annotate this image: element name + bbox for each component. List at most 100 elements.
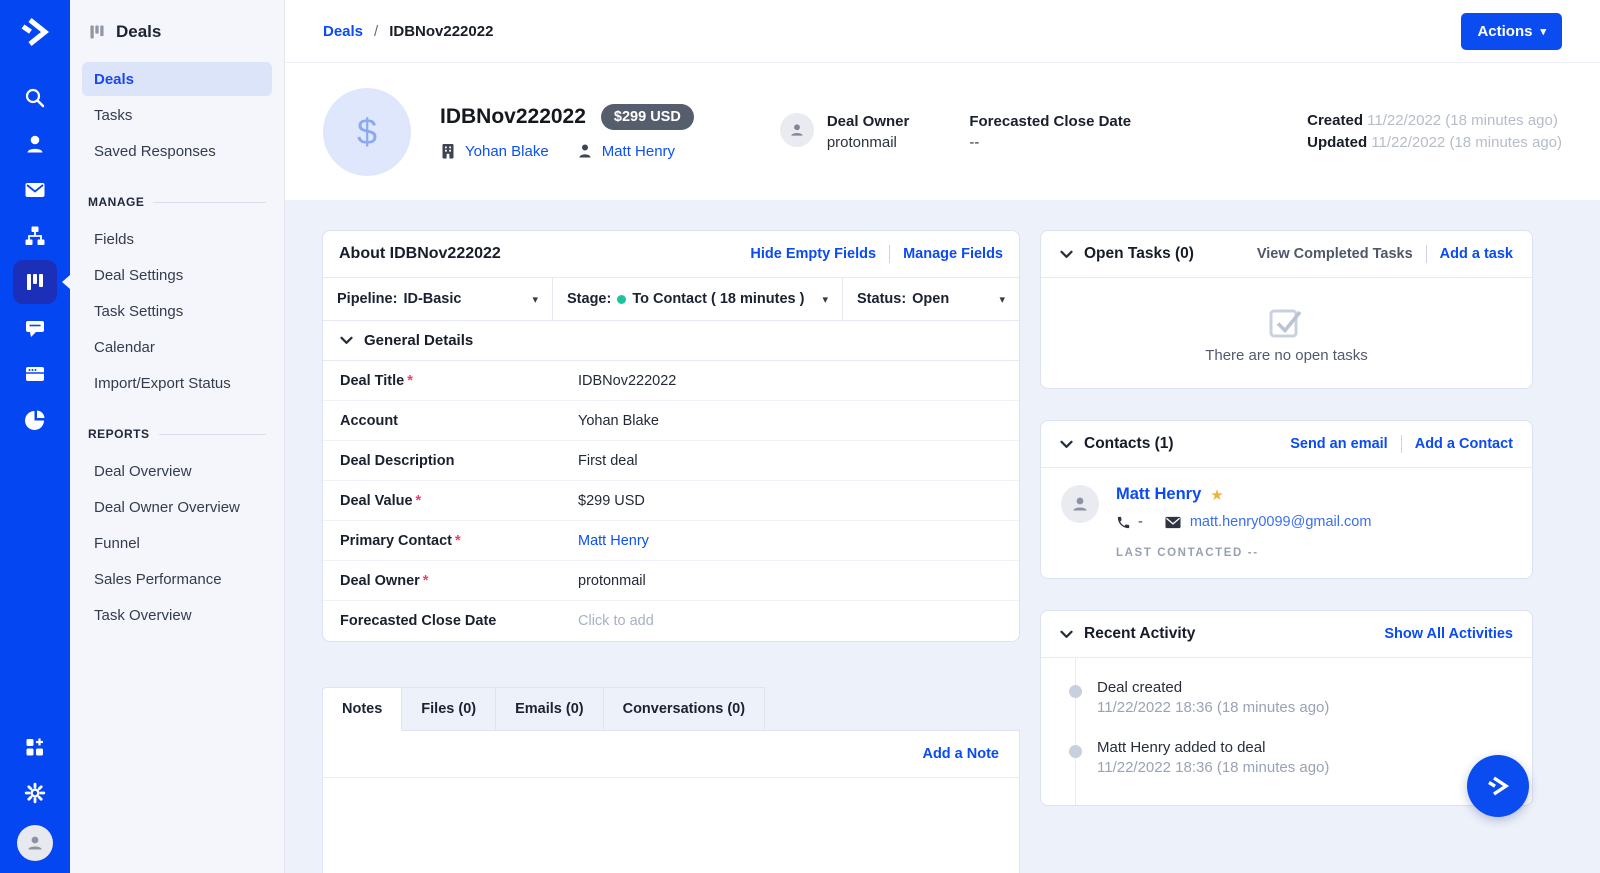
search-icon[interactable] — [13, 76, 57, 120]
field-value[interactable]: First deal — [578, 453, 638, 469]
last-contacted: LAST CONTACTED -- — [1116, 547, 1371, 559]
field-label: Primary Contact* — [340, 533, 578, 549]
sidebar-header: Deals — [82, 20, 272, 62]
divider — [889, 245, 890, 263]
stage-value: To Contact ( 18 minutes ) — [632, 291, 804, 307]
actions-button[interactable]: Actions ▾ — [1461, 13, 1562, 50]
sidebar-item-sales-performance[interactable]: Sales Performance — [82, 562, 272, 596]
account-link[interactable]: Yohan Blake — [440, 143, 549, 160]
field-value[interactable]: IDBNov222022 — [578, 373, 676, 389]
created-label: Created — [1307, 112, 1363, 129]
breadcrumb-current: IDBNov222022 — [389, 23, 493, 40]
sidebar-item-tasks[interactable]: Tasks — [82, 98, 272, 132]
timeline-dot — [1069, 685, 1082, 698]
notes-tabs-section: Notes Files (0) Emails (0) Conversations… — [322, 687, 1020, 873]
field-value[interactable]: Yohan Blake — [578, 413, 659, 429]
site-icon[interactable] — [13, 352, 57, 396]
reports-section-heading: REPORTS — [88, 427, 266, 441]
reports-icon[interactable] — [13, 398, 57, 442]
field-label: Deal Value* — [340, 493, 578, 509]
phone-icon — [1116, 515, 1131, 530]
contact-name-link[interactable]: Matt Henry — [1116, 485, 1201, 504]
notes-panel: Add a Note — [322, 731, 1020, 873]
deal-header: $ IDBNov222022 $299 USD Yohan Blake Matt… — [285, 63, 1600, 200]
contact-avatar — [1061, 485, 1099, 523]
tab-emails[interactable]: Emails (0) — [496, 687, 604, 731]
field-row-primary-contact: Primary Contact* Matt Henry — [323, 521, 1019, 561]
sidebar-item-task-overview[interactable]: Task Overview — [82, 598, 272, 632]
chat-widget-button[interactable] — [1467, 755, 1529, 817]
deals-icon[interactable] — [13, 260, 57, 304]
contacts-toggle[interactable]: Contacts (1) — [1060, 435, 1174, 453]
field-value-link[interactable]: Matt Henry — [578, 533, 649, 549]
deal-currency-avatar: $ — [323, 88, 411, 176]
manage-fields-link[interactable]: Manage Fields — [903, 246, 1003, 262]
primary-contact-link[interactable]: Matt Henry — [577, 143, 675, 160]
sidebar-item-deal-owner-overview[interactable]: Deal Owner Overview — [82, 490, 272, 524]
field-row-deal-value: Deal Value* $299 USD — [323, 481, 1019, 521]
deals-kanban-icon — [88, 23, 106, 41]
sidebar-item-saved-responses[interactable]: Saved Responses — [82, 134, 272, 168]
chevron-down-icon — [340, 336, 353, 345]
chevron-down-icon: ▾ — [532, 293, 538, 306]
user-avatar[interactable] — [17, 825, 53, 861]
forecast-value: -- — [969, 134, 1131, 151]
status-dropdown[interactable]: Status: Open ▾ — [843, 278, 1019, 320]
add-contact-link[interactable]: Add a Contact — [1415, 436, 1513, 452]
field-value[interactable]: protonmail — [578, 573, 646, 589]
stage-status-dot — [617, 295, 626, 304]
deal-owner-block: Deal Owner protonmail — [780, 113, 910, 151]
open-tasks-toggle[interactable]: Open Tasks (0) — [1060, 245, 1194, 263]
activity-text: Matt Henry added to deal — [1097, 739, 1514, 756]
field-label: Account — [340, 413, 578, 429]
sidebar-item-calendar[interactable]: Calendar — [82, 330, 272, 364]
hide-empty-fields-link[interactable]: Hide Empty Fields — [750, 246, 876, 262]
contact-email-link[interactable]: matt.henry0099@gmail.com — [1190, 514, 1372, 530]
settings-gear-icon[interactable] — [13, 771, 57, 815]
field-label: Deal Description — [340, 453, 578, 469]
send-email-link[interactable]: Send an email — [1290, 436, 1388, 452]
sidebar-item-deal-settings[interactable]: Deal Settings — [82, 258, 272, 292]
show-all-activities-link[interactable]: Show All Activities — [1384, 626, 1513, 642]
add-task-link[interactable]: Add a task — [1440, 246, 1513, 262]
owner-avatar — [780, 113, 814, 147]
general-details-toggle[interactable]: General Details — [323, 321, 1019, 361]
chevron-down-icon: ▾ — [999, 293, 1005, 306]
field-row-deal-owner: Deal Owner* protonmail — [323, 561, 1019, 601]
tab-conversations[interactable]: Conversations (0) — [604, 687, 765, 731]
chevron-down-icon — [1060, 440, 1073, 449]
conversations-icon[interactable] — [13, 306, 57, 350]
activity-item: Matt Henry added to deal 11/22/2022 18:3… — [1041, 739, 1514, 776]
recent-activity-toggle[interactable]: Recent Activity — [1060, 625, 1195, 643]
contacts-title: Contacts (1) — [1084, 435, 1174, 453]
campaigns-icon[interactable] — [13, 168, 57, 212]
field-row-deal-description: Deal Description First deal — [323, 441, 1019, 481]
field-value-placeholder[interactable]: Click to add — [578, 613, 654, 629]
field-label: Deal Owner* — [340, 573, 578, 589]
sidebar-item-deals[interactable]: Deals — [82, 62, 272, 96]
breadcrumb-bar: Deals / IDBNov222022 Actions ▾ — [285, 0, 1600, 63]
add-note-link[interactable]: Add a Note — [922, 746, 999, 762]
field-value[interactable]: $299 USD — [578, 493, 645, 509]
sidebar-item-import-export[interactable]: Import/Export Status — [82, 366, 272, 400]
breadcrumb-deals-link[interactable]: Deals — [323, 23, 363, 40]
stage-dropdown[interactable]: Stage: To Contact ( 18 minutes ) ▾ — [553, 278, 843, 320]
building-icon — [440, 143, 456, 159]
brand-logo-icon[interactable] — [18, 15, 52, 54]
tab-files[interactable]: Files (0) — [402, 687, 496, 731]
contact-list-item: Matt Henry ★ - matt.henry0099@gmail.com — [1041, 468, 1532, 578]
apps-icon[interactable] — [13, 725, 57, 769]
field-label: Deal Title* — [340, 373, 578, 389]
dates-block: Created 11/22/2022 (18 minutes ago) Upda… — [1307, 110, 1562, 154]
view-completed-tasks-link[interactable]: View Completed Tasks — [1257, 246, 1413, 262]
sidebar-item-funnel[interactable]: Funnel — [82, 526, 272, 560]
automations-icon[interactable] — [13, 214, 57, 258]
contacts-icon[interactable] — [13, 122, 57, 166]
sidebar-item-fields[interactable]: Fields — [82, 222, 272, 256]
pipeline-dropdown[interactable]: Pipeline: ID-Basic ▾ — [323, 278, 553, 320]
chevron-down-icon: ▾ — [822, 293, 828, 306]
sidebar-item-deal-overview[interactable]: Deal Overview — [82, 454, 272, 488]
divider — [1401, 435, 1402, 453]
sidebar-item-task-settings[interactable]: Task Settings — [82, 294, 272, 328]
tab-notes[interactable]: Notes — [322, 687, 402, 731]
